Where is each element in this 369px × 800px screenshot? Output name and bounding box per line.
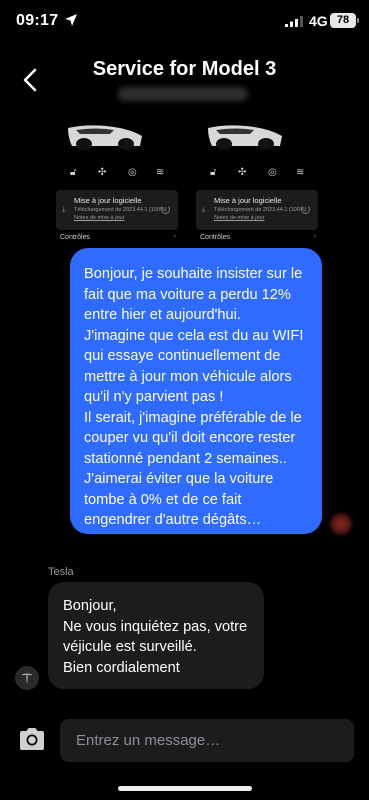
quick-controls-row: 🔓︎ ✣ ◎ ≋	[196, 166, 318, 180]
back-chevron-icon[interactable]	[14, 64, 46, 96]
quick-controls-row: 🔓︎ ✣ ◎ ≋	[56, 166, 178, 180]
user-avatar	[330, 513, 352, 535]
defrost-icon: ◎	[268, 167, 277, 178]
controls-row: Contrôles	[200, 234, 230, 241]
update-status: Téléchargement de 2023.44.1 (100%)	[214, 207, 307, 213]
tesla-logo-icon	[15, 666, 39, 690]
software-update-card: ⤓ Mise à jour logicielle Téléchargement …	[196, 190, 318, 230]
update-status: Téléchargement de 2023.44.1 (100%)	[74, 207, 167, 213]
fan-icon: ✣	[98, 167, 107, 178]
spinner-icon	[301, 205, 310, 214]
update-title: Mise à jour logicielle	[74, 196, 142, 205]
lock-icon: 🔓︎	[70, 167, 77, 178]
chevron-right-icon: ›	[173, 233, 176, 240]
update-title: Mise à jour logicielle	[214, 196, 282, 205]
battery-icon: 78	[330, 13, 356, 28]
message-input[interactable]: Entrez un message…	[60, 719, 354, 762]
screenshot-panel: 🔓︎ ✣ ◎ ≋ ⤓ Mise à jour logicielle Téléch…	[196, 122, 318, 244]
blurred-subtitle	[118, 87, 248, 101]
screenshot-panel: 🔓︎ ✣ ◎ ≋ ⤓ Mise à jour logicielle Téléch…	[56, 122, 178, 244]
status-time: 09:17	[16, 12, 59, 29]
sender-name: Tesla	[48, 566, 74, 578]
location-arrow-icon	[65, 14, 77, 26]
page-title: Service for Model 3	[92, 58, 277, 80]
car-image	[68, 125, 142, 150]
lock-icon: 🔓︎	[210, 167, 217, 178]
release-notes-link: Notes de mise à jour	[74, 215, 125, 221]
home-indicator[interactable]	[118, 786, 252, 791]
shared-screenshot[interactable]: 🔓︎ ✣ ◎ ≋ ⤓ Mise à jour logicielle Téléch…	[56, 122, 322, 244]
download-icon: ⤓	[202, 206, 206, 213]
battery-tip	[357, 18, 359, 23]
status-bar: 09:17 4G 78	[0, 0, 369, 44]
release-notes-link: Notes de mise à jour	[214, 215, 265, 221]
fan-icon: ✣	[238, 167, 247, 178]
defrost-icon: ◎	[128, 167, 137, 178]
car-image	[208, 125, 282, 150]
controls-row: Contrôles	[60, 234, 90, 241]
outgoing-message-bubble[interactable]: Bonjour, je souhaite insister sur le fai…	[70, 248, 322, 534]
chevron-right-icon: ›	[313, 233, 316, 240]
network-type: 4G	[309, 13, 328, 29]
download-icon: ⤓	[62, 206, 66, 213]
camera-icon[interactable]	[17, 726, 47, 752]
spinner-icon	[161, 205, 170, 214]
heat-icon: ≋	[296, 167, 305, 178]
incoming-message-bubble[interactable]: Bonjour, Ne vous inquiétez pas, votre vé…	[48, 582, 264, 689]
heat-icon: ≋	[156, 167, 165, 178]
signal-icon	[285, 16, 303, 27]
software-update-card: ⤓ Mise à jour logicielle Téléchargement …	[56, 190, 178, 230]
